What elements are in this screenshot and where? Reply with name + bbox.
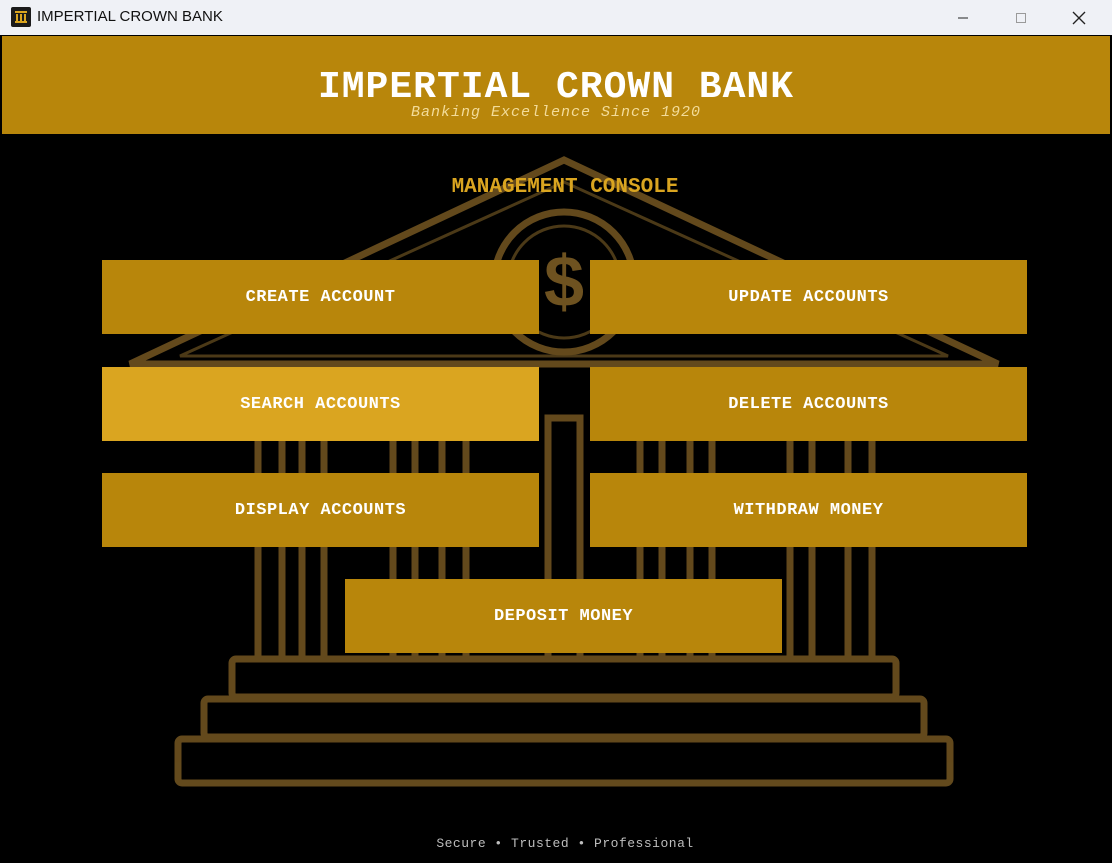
window-title: IMPERTIAL CROWN BANK	[37, 8, 223, 25]
maximize-icon	[1016, 12, 1026, 23]
management-console-title: MANAGEMENT CONSOLE	[451, 176, 679, 199]
delete-accounts-button[interactable]: DELETE ACCOUNTS	[590, 367, 1027, 441]
footer-tagline: Secure • Trusted • Professional	[436, 836, 694, 851]
app-window: IMPERTIAL CROWN BANK IMPERTIAL CROWN BAN…	[0, 0, 1112, 863]
title-bar[interactable]: IMPERTIAL CROWN BANK	[0, 0, 1112, 35]
main-content: $ MANAGEMENT CONSOLE CREATE ACCOUNT UPDA…	[0, 134, 1112, 863]
update-accounts-button[interactable]: UPDATE ACCOUNTS	[590, 260, 1027, 334]
minimize-button[interactable]	[934, 0, 992, 35]
header-banner: IMPERTIAL CROWN BANK Banking Excellence …	[2, 36, 1110, 134]
svg-text:$: $	[544, 242, 584, 322]
brand-subtitle: Banking Excellence Since 1920	[410, 104, 702, 121]
close-button[interactable]	[1050, 0, 1108, 35]
withdraw-money-button[interactable]: WITHDRAW MONEY	[590, 473, 1027, 547]
deposit-money-button[interactable]: DEPOSIT MONEY	[345, 579, 782, 653]
close-icon	[1072, 11, 1086, 24]
brand-title: IMPERTIAL CROWN BANK	[317, 66, 795, 109]
create-account-button[interactable]: CREATE ACCOUNT	[102, 260, 539, 334]
search-accounts-button[interactable]: SEARCH ACCOUNTS	[102, 367, 539, 441]
maximize-button[interactable]	[992, 0, 1050, 35]
minimize-icon	[958, 17, 968, 18]
bank-columns-icon	[11, 7, 31, 27]
display-accounts-button[interactable]: DISPLAY ACCOUNTS	[102, 473, 539, 547]
